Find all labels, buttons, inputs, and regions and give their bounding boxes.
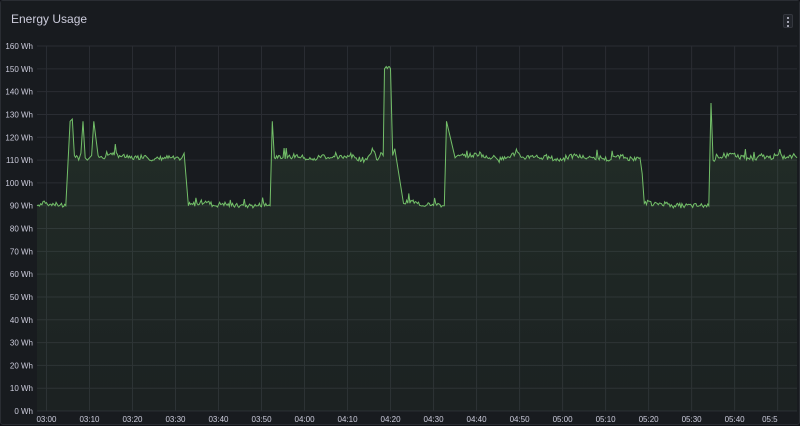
x-axis-ticks: 03:00 03:10 03:20 03:30 03:40 03:50 04:00 04:10… — [36, 415, 778, 424]
y-tick-label: 160 Wh — [5, 42, 33, 51]
x-tick-label: 03:20 — [122, 415, 143, 424]
x-tick-label: 03:40 — [208, 415, 229, 424]
energy-usage-chart: 0 Wh 10 Wh 20 Wh 30 Wh 40 Wh 50 Wh 60 Wh 70 Wh 8… — [5, 42, 798, 424]
x-tick-label: 05:00 — [553, 415, 574, 424]
y-tick-label: 130 Wh — [5, 110, 33, 119]
y-tick-label: 20 Wh — [10, 361, 33, 370]
x-tick-label: 03:10 — [79, 415, 100, 424]
energy-usage-panel: 0 Wh 10 Wh 20 Wh 30 Wh 40 Wh 50 Wh 60 Wh 70 Wh 8… — [0, 0, 800, 425]
x-tick-label: 05:10 — [596, 415, 617, 424]
x-tick-label: 04:40 — [467, 415, 488, 424]
x-tick-label: 05:5 — [762, 415, 778, 424]
y-tick-label: 100 Wh — [5, 179, 33, 188]
y-tick-label: 0 Wh — [14, 407, 33, 416]
y-tick-label: 150 Wh — [5, 65, 33, 74]
x-tick-label: 04:10 — [338, 415, 359, 424]
panel-title: Energy Usage — [11, 12, 88, 26]
energy-series-area — [37, 66, 797, 411]
x-tick-label: 04:30 — [424, 415, 445, 424]
x-tick-label: 03:00 — [36, 415, 57, 424]
y-tick-label: 70 Wh — [10, 247, 33, 256]
x-tick-label: 03:50 — [252, 415, 273, 424]
x-tick-label: 05:20 — [639, 415, 660, 424]
panel-header: Energy Usage — [1, 1, 799, 31]
y-tick-label: 40 Wh — [10, 316, 33, 325]
y-tick-label: 120 Wh — [5, 133, 33, 142]
panel-menu-button[interactable] — [783, 14, 793, 28]
vertical-ellipsis-icon — [787, 17, 789, 19]
x-tick-label: 05:30 — [682, 415, 703, 424]
vertical-ellipsis-icon-dot — [787, 21, 789, 23]
y-tick-label: 80 Wh — [10, 225, 33, 234]
y-tick-label: 50 Wh — [10, 293, 33, 302]
vertical-ellipsis-icon-dot — [787, 25, 789, 27]
y-tick-label: 60 Wh — [10, 270, 33, 279]
y-tick-label: 30 Wh — [10, 339, 33, 348]
series-area — [37, 66, 797, 411]
x-tick-label: 04:00 — [295, 415, 316, 424]
x-tick-label: 05:40 — [725, 415, 746, 424]
x-tick-label: 04:50 — [510, 415, 531, 424]
y-tick-label: 110 Wh — [6, 156, 33, 165]
y-tick-label: 90 Wh — [10, 202, 33, 211]
x-tick-label: 03:30 — [165, 415, 186, 424]
y-tick-label: 140 Wh — [5, 88, 33, 97]
x-tick-label: 04:20 — [381, 415, 402, 424]
y-tick-label: 10 Wh — [10, 384, 33, 393]
y-axis-ticks: 0 Wh 10 Wh 20 Wh 30 Wh 40 Wh 50 Wh 60 Wh 70 Wh 8… — [5, 42, 33, 416]
